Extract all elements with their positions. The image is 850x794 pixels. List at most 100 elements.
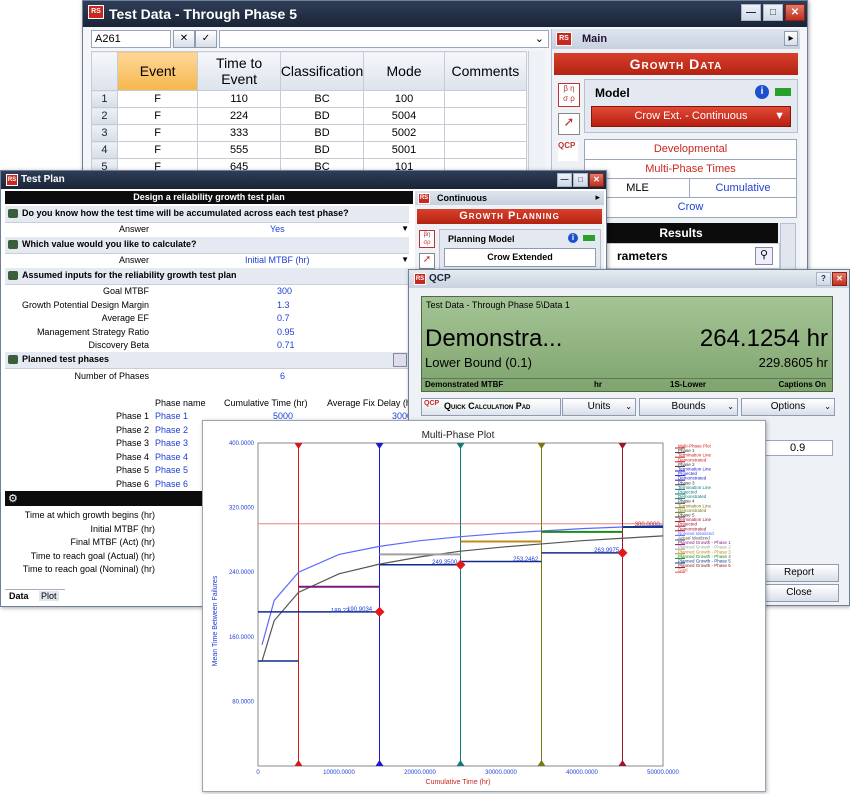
chevron-down-icon[interactable]: ⌄: [535, 32, 544, 45]
cell-classification[interactable]: BD: [279, 141, 365, 159]
cell-time[interactable]: 224: [197, 107, 281, 125]
cell-comments[interactable]: [443, 90, 528, 108]
results-scrollbar[interactable]: [780, 223, 796, 271]
phases-header: Planned test phases: [5, 352, 409, 369]
qcp-titlebar[interactable]: RS QCP ? ✕: [409, 270, 849, 288]
model-dropdown[interactable]: Crow Ext. - Continuous ▼: [591, 106, 791, 127]
test-plan-header: Design a reliability growth test plan: [5, 191, 413, 204]
termination-marker-top: [375, 443, 384, 449]
input-row[interactable]: Management Strategy Ratio 0.95: [5, 326, 409, 340]
column-header-time[interactable]: Time to Event: [197, 51, 281, 91]
multiphase-option[interactable]: Multi-Phase Times: [584, 159, 797, 180]
table-row[interactable]: 1 F 110 BC 100: [91, 90, 528, 108]
qcp-icon[interactable]: QCP: [558, 141, 578, 161]
column-header-event[interactable]: Event: [116, 51, 199, 91]
close-icon[interactable]: ✕: [589, 173, 604, 187]
cell-reference-box[interactable]: A261: [91, 30, 171, 48]
developmental-option[interactable]: Developmental: [584, 139, 797, 160]
bounds-button[interactable]: Bounds ⌄: [639, 398, 738, 416]
crow-option[interactable]: Crow: [584, 197, 797, 218]
units-button[interactable]: Units ⌄: [562, 398, 636, 416]
tab-data[interactable]: Data: [9, 591, 29, 601]
table-row[interactable]: 2 F 224 BD 5004: [91, 107, 528, 125]
qcp-display: Test Data - Through Phase 5\Data 1 Demon…: [421, 296, 833, 392]
quick-calculation-pad-button[interactable]: QCP Quick Calculation Pad: [421, 398, 561, 416]
cancel-edit-button[interactable]: ✕: [173, 30, 195, 48]
minimize-icon[interactable]: —: [557, 173, 572, 187]
plot-icon[interactable]: ➚: [558, 113, 580, 135]
cell-classification[interactable]: BC: [279, 90, 365, 108]
search-icon[interactable]: ⚲: [755, 247, 773, 265]
cumulative-option[interactable]: Cumulative: [689, 178, 797, 199]
cell-mode[interactable]: 5002: [363, 124, 445, 142]
footer-units: hr: [594, 380, 602, 389]
beta-icon[interactable]: βη σρ: [419, 230, 435, 248]
multi-phase-plot-window: Multi-Phase Plot Cumulative Time (hr) Me…: [202, 420, 766, 792]
help-icon[interactable]: ?: [816, 272, 831, 286]
gear-icon[interactable]: ⚙: [8, 492, 18, 505]
tab-plot[interactable]: Plot: [39, 591, 59, 601]
accept-edit-button[interactable]: ✓: [195, 30, 217, 48]
phase-col-name: Phase name: [155, 398, 206, 408]
edit-icon[interactable]: [393, 353, 407, 367]
input-row[interactable]: Discovery Beta 0.71: [5, 339, 409, 353]
chevron-down-icon[interactable]: ▼: [401, 255, 409, 264]
input-row[interactable]: Growth Potential Design Margin 1.3: [5, 299, 409, 313]
beta-icon[interactable]: β ησ ρ: [558, 83, 580, 107]
column-header-mode[interactable]: Mode: [363, 51, 445, 91]
column-header-classification[interactable]: Classification: [279, 51, 365, 91]
cell-mode[interactable]: 5004: [363, 107, 445, 125]
input-row[interactable]: Average EF 0.7: [5, 312, 409, 326]
formula-input[interactable]: ⌄: [219, 30, 549, 48]
table-row[interactable]: 4 F 555 BD 5001: [91, 141, 528, 159]
cell-event[interactable]: F: [116, 90, 199, 108]
qcp-value-field[interactable]: 0.9: [759, 440, 833, 456]
chevron-down-icon[interactable]: ▼: [401, 224, 409, 233]
column-header-comments[interactable]: Comments: [443, 51, 528, 91]
planning-model-label: Planning Model: [448, 234, 515, 244]
close-icon[interactable]: ✕: [832, 272, 847, 286]
info-icon[interactable]: i: [568, 233, 578, 243]
cell-event[interactable]: F: [116, 141, 199, 159]
cell-mode[interactable]: 5001: [363, 141, 445, 159]
minimize-icon[interactable]: —: [741, 4, 761, 21]
test-plan-titlebar[interactable]: RS Test Plan — □ ✕: [1, 171, 606, 189]
info-icon[interactable]: i: [755, 85, 769, 99]
cell-classification[interactable]: BD: [279, 107, 365, 125]
row-number[interactable]: 4: [91, 141, 118, 159]
chevron-right-icon[interactable]: ▸: [784, 31, 798, 46]
input-row[interactable]: Goal MTBF 300: [5, 285, 409, 299]
cell-time[interactable]: 555: [197, 141, 281, 159]
maximize-icon[interactable]: □: [573, 173, 588, 187]
maximize-icon[interactable]: □: [763, 4, 783, 21]
result-label: Final MTBF (Act) (hr): [70, 537, 156, 547]
cell-comments[interactable]: [443, 124, 528, 142]
plot-icon[interactable]: ➚: [419, 253, 435, 269]
cell-event[interactable]: F: [116, 124, 199, 142]
cell-event[interactable]: F: [116, 107, 199, 125]
grid-corner[interactable]: [91, 51, 118, 91]
cell-comments[interactable]: [443, 141, 528, 159]
termination-marker-bottom: [456, 760, 465, 766]
cell-time[interactable]: 333: [197, 124, 281, 142]
row-number[interactable]: 3: [91, 124, 118, 142]
report-button[interactable]: Report: [759, 564, 839, 582]
cell-time[interactable]: 110: [197, 90, 281, 108]
options-button[interactable]: Options ⌄: [741, 398, 835, 416]
row-number[interactable]: 1: [91, 90, 118, 108]
num-phases-row[interactable]: Number of Phases 6: [5, 370, 409, 384]
q1-answer-row[interactable]: Answer Yes ▼: [5, 223, 409, 237]
chevron-right-icon[interactable]: ▸: [595, 192, 600, 203]
q2-answer-row[interactable]: Answer Initial MTBF (hr) ▼: [5, 254, 409, 268]
close-button[interactable]: Close: [759, 584, 839, 602]
input-value: 0.7: [277, 313, 290, 323]
row-number[interactable]: 2: [91, 107, 118, 125]
cell-mode[interactable]: 100: [363, 90, 445, 108]
result-label: Initial MTBF (hr): [90, 523, 155, 534]
cell-comments[interactable]: [443, 107, 528, 125]
planning-model-dropdown[interactable]: Crow Extended: [444, 248, 596, 267]
test-data-titlebar[interactable]: RS Test Data - Through Phase 5 — □ ✕: [83, 1, 807, 27]
close-icon[interactable]: ✕: [785, 4, 805, 21]
cell-classification[interactable]: BD: [279, 124, 365, 142]
table-row[interactable]: 3 F 333 BD 5002: [91, 124, 528, 142]
